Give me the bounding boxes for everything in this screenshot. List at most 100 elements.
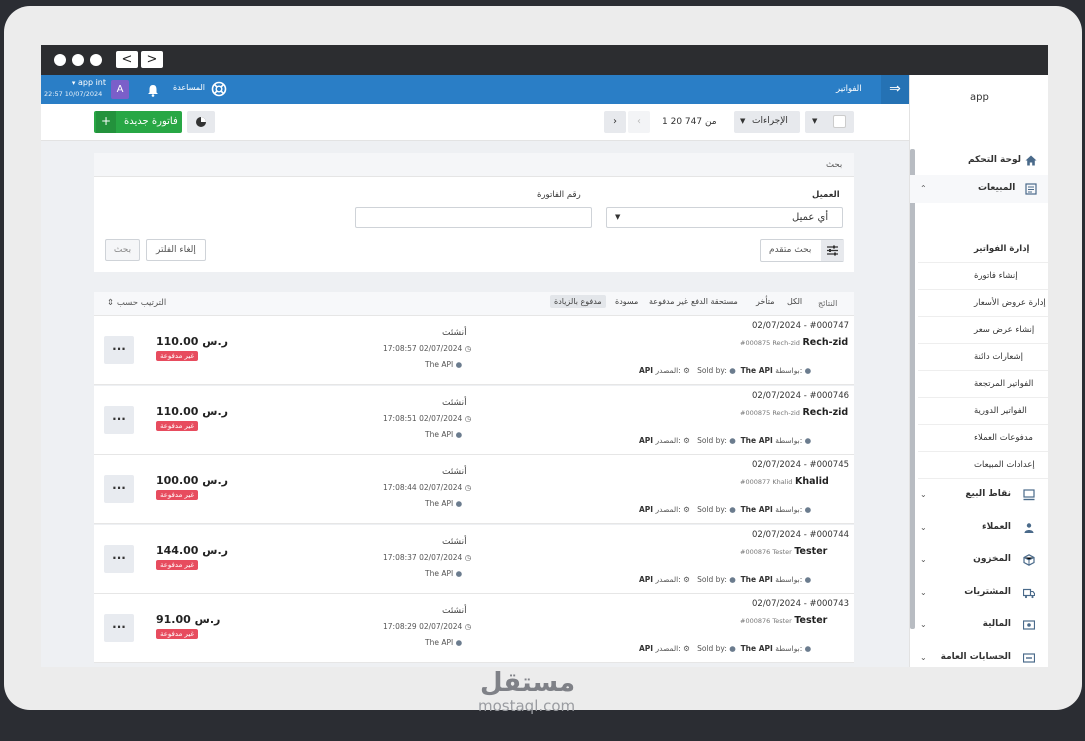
sidebar-subitem-label: إشعارات دائنة xyxy=(974,352,1023,362)
sidebar-toggle-icon[interactable]: ⇒ xyxy=(881,75,909,104)
sidebar-subitem[interactable]: الفواتير المرتجعة xyxy=(918,371,1048,398)
invoice-meta: API المصدر: ⚙ Sold by: ● The API بواسطة:… xyxy=(639,505,812,514)
report-button[interactable] xyxy=(187,111,215,133)
sidebar-subitem[interactable]: إنشاء عرض سعر xyxy=(918,317,1048,344)
page-toolbar: + فاتورة جديدة › ‹ 1 20 من 747 ▼ الإجراء… xyxy=(41,104,909,141)
row-actions-button[interactable]: ··· xyxy=(104,614,134,642)
sidebar-item-label: الحسابات العامة xyxy=(940,651,1011,662)
sidebar-section-item[interactable]: ⌄ المالية xyxy=(910,610,1048,640)
user-icon: ● xyxy=(455,568,463,578)
new-invoice-button[interactable]: + فاتورة جديدة xyxy=(94,111,182,133)
chevron-down-icon: ▼ xyxy=(615,213,621,221)
row-actions-button[interactable]: ··· xyxy=(104,336,134,364)
invoice-number[interactable]: 02/07/2024 - #000746 xyxy=(752,391,849,401)
plus-icon: + xyxy=(96,111,116,133)
advanced-search-button[interactable]: بحث متقدم xyxy=(760,239,844,262)
invoice-number-input[interactable] xyxy=(355,207,592,228)
sidebar-subitem[interactable]: إدارة عروض الأسعار xyxy=(918,290,1048,317)
window-dot-close[interactable] xyxy=(54,54,66,66)
sidebar-subitem[interactable]: الفواتير الدورية xyxy=(918,398,1048,425)
sidebar-subitem[interactable]: إعدادات المبيعات xyxy=(918,452,1048,479)
sidebar-subitem[interactable]: إنشاء فاتورة xyxy=(918,263,1048,290)
invoice-row[interactable]: ··· 91.00 ر.س غير مدفوعة أنشئت 17:08:29 02/0… xyxy=(94,594,854,663)
back-button[interactable]: < xyxy=(116,51,138,68)
chevron-down-icon: ⌄ xyxy=(920,522,927,532)
status-badge: غير مدفوعة xyxy=(156,420,199,431)
sidebar-section-item[interactable]: ⌄ المخزون xyxy=(910,545,1048,575)
tab-overpaid[interactable]: مدفوع بالزيادة xyxy=(550,295,606,308)
prev-page-button[interactable]: ‹ xyxy=(628,111,650,133)
help-link[interactable]: المساعدة xyxy=(173,83,205,92)
actions-dropdown[interactable]: ▼ الإجراءات xyxy=(734,111,800,133)
next-page-button[interactable]: › xyxy=(604,111,626,133)
invoice-number[interactable]: 02/07/2024 - #000744 xyxy=(752,530,849,540)
top-navbar: ▾ app int 22:57 10/07/2024 A المساعدة ال… xyxy=(41,75,909,104)
invoice-row[interactable]: ··· 110.00 ر.س غير مدفوعة أنشئت 17:08:57 02/… xyxy=(94,316,854,385)
sidebar-section-item[interactable]: ⌄ العملاء xyxy=(910,513,1048,543)
lifebuoy-icon[interactable] xyxy=(211,81,227,101)
tab-overdue[interactable]: متأخر xyxy=(756,297,775,306)
invoice-creator: The API ● xyxy=(425,360,463,369)
results-header: ⇕ الترتيب حسب النتائج الكل متأخر مستحقة … xyxy=(94,292,854,316)
clock-icon: ◷ xyxy=(464,552,472,562)
invoice-meta: API المصدر: ⚙ Sold by: ● The API بواسطة:… xyxy=(639,435,812,445)
invoice-row[interactable]: ··· 144.00 ر.س غير مدفوعة أنشئت 17:08:37 02/… xyxy=(94,524,854,594)
clock-icon: ◷ xyxy=(464,483,472,492)
invoice-number[interactable]: 02/07/2024 - #000743 xyxy=(752,599,849,609)
gear-icon: ⚙ xyxy=(683,366,690,375)
invoice-number[interactable]: 02/07/2024 - #000745 xyxy=(752,460,849,470)
forward-button[interactable]: > xyxy=(141,51,163,68)
main-content: بحث العميل رقم الفاتورة ▼ أي عميل بحث مت… xyxy=(41,141,909,667)
invoice-meta: API المصدر: ⚙ Sold by: ● The API بواسطة:… xyxy=(639,366,812,375)
user-name: app int xyxy=(77,78,106,87)
invoice-customer[interactable]: #000876 Tester Tester xyxy=(740,615,827,626)
invoice-customer[interactable]: #000875 Rech-zid Rech-zid xyxy=(740,407,848,418)
row-actions-button[interactable]: ··· xyxy=(104,475,134,503)
tab-all[interactable]: الكل xyxy=(787,297,802,306)
sidebar-subitem-label: إدارة عروض الأسعار xyxy=(974,298,1046,308)
sidebar-section-item[interactable]: ⌄ نقاط البيع xyxy=(910,480,1048,510)
sidebar-subitem[interactable]: إشعارات دائنة xyxy=(918,344,1048,371)
sidebar-subitem-label: إنشاء عرض سعر xyxy=(974,325,1035,335)
invoice-number[interactable]: 02/07/2024 - #000747 xyxy=(752,321,849,331)
avatar[interactable]: A xyxy=(111,80,129,99)
customer-select[interactable]: ▼ أي عميل xyxy=(606,207,843,228)
window-dot-minimize[interactable] xyxy=(72,54,84,66)
invoice-row[interactable]: ··· 100.00 ر.س غير مدفوعة أنشئت 17:08:44 02/… xyxy=(94,455,854,524)
user-icon: ● xyxy=(804,574,812,584)
status-badge: غير مدفوعة xyxy=(156,351,199,361)
invoice-customer[interactable]: #000876 Tester Tester xyxy=(740,546,827,557)
sidebar-item-dashboard[interactable]: لوحة التحكم xyxy=(910,148,1048,174)
sidebar-subitem[interactable]: مدفوعات العملاء xyxy=(918,425,1048,452)
chevron-down-icon: ⌄ xyxy=(920,620,927,629)
tab-due[interactable]: مستحقة الدفع xyxy=(691,297,738,306)
chevron-down-icon: ⌄ xyxy=(920,490,927,499)
window-dot-maximize[interactable] xyxy=(90,54,102,66)
sidebar-section-item[interactable]: ⌄ المشتريات xyxy=(910,578,1048,608)
search-button[interactable]: بحث xyxy=(105,239,140,261)
browser-window: < > ▾ app int 22:57 10/07/2024 A المساعد… xyxy=(41,45,1048,667)
sidebar-section-item[interactable]: ⌄ الحسابات العامة xyxy=(910,643,1048,668)
tab-draft[interactable]: مسودة xyxy=(615,297,638,306)
select-all-checkbox[interactable] xyxy=(833,115,846,128)
user-menu[interactable]: ▾ app int xyxy=(44,78,106,87)
invoice-customer[interactable]: #000875 Rech-zid Rech-zid xyxy=(740,337,848,348)
sidebar-item-sales[interactable]: ⌃ المبيعات xyxy=(910,175,1048,203)
invoice-customer[interactable]: #000877 Khalid Khalid xyxy=(740,476,829,487)
sidebar-item-label: المخزون xyxy=(973,554,1011,564)
invoice-row[interactable]: ··· 110.00 ر.س غير مدفوعة أنشئت 17:08:51 02/… xyxy=(94,385,854,455)
row-actions-button[interactable]: ··· xyxy=(104,544,134,573)
clear-filter-button[interactable]: إلغاء الفلتر xyxy=(146,239,206,261)
current-datetime: 22:57 10/07/2024 xyxy=(44,90,103,98)
customers-icon xyxy=(1024,522,1034,533)
invoice-creator: The API ● xyxy=(425,638,463,647)
user-icon: ● xyxy=(804,505,812,514)
sidebar-subitem[interactable]: إدارة الفواتير xyxy=(918,236,1048,263)
sort-by-control[interactable]: ⇕ الترتيب حسب xyxy=(107,298,166,308)
bell-icon[interactable] xyxy=(147,82,159,101)
pagination-info: 1 20 من 747 xyxy=(662,117,717,127)
gear-icon: ⚙ xyxy=(683,505,690,514)
select-all-dropdown[interactable]: ▼ xyxy=(805,111,854,133)
row-actions-button[interactable]: ··· xyxy=(104,405,134,434)
tab-unpaid[interactable]: غير مدفوعة xyxy=(649,297,688,306)
